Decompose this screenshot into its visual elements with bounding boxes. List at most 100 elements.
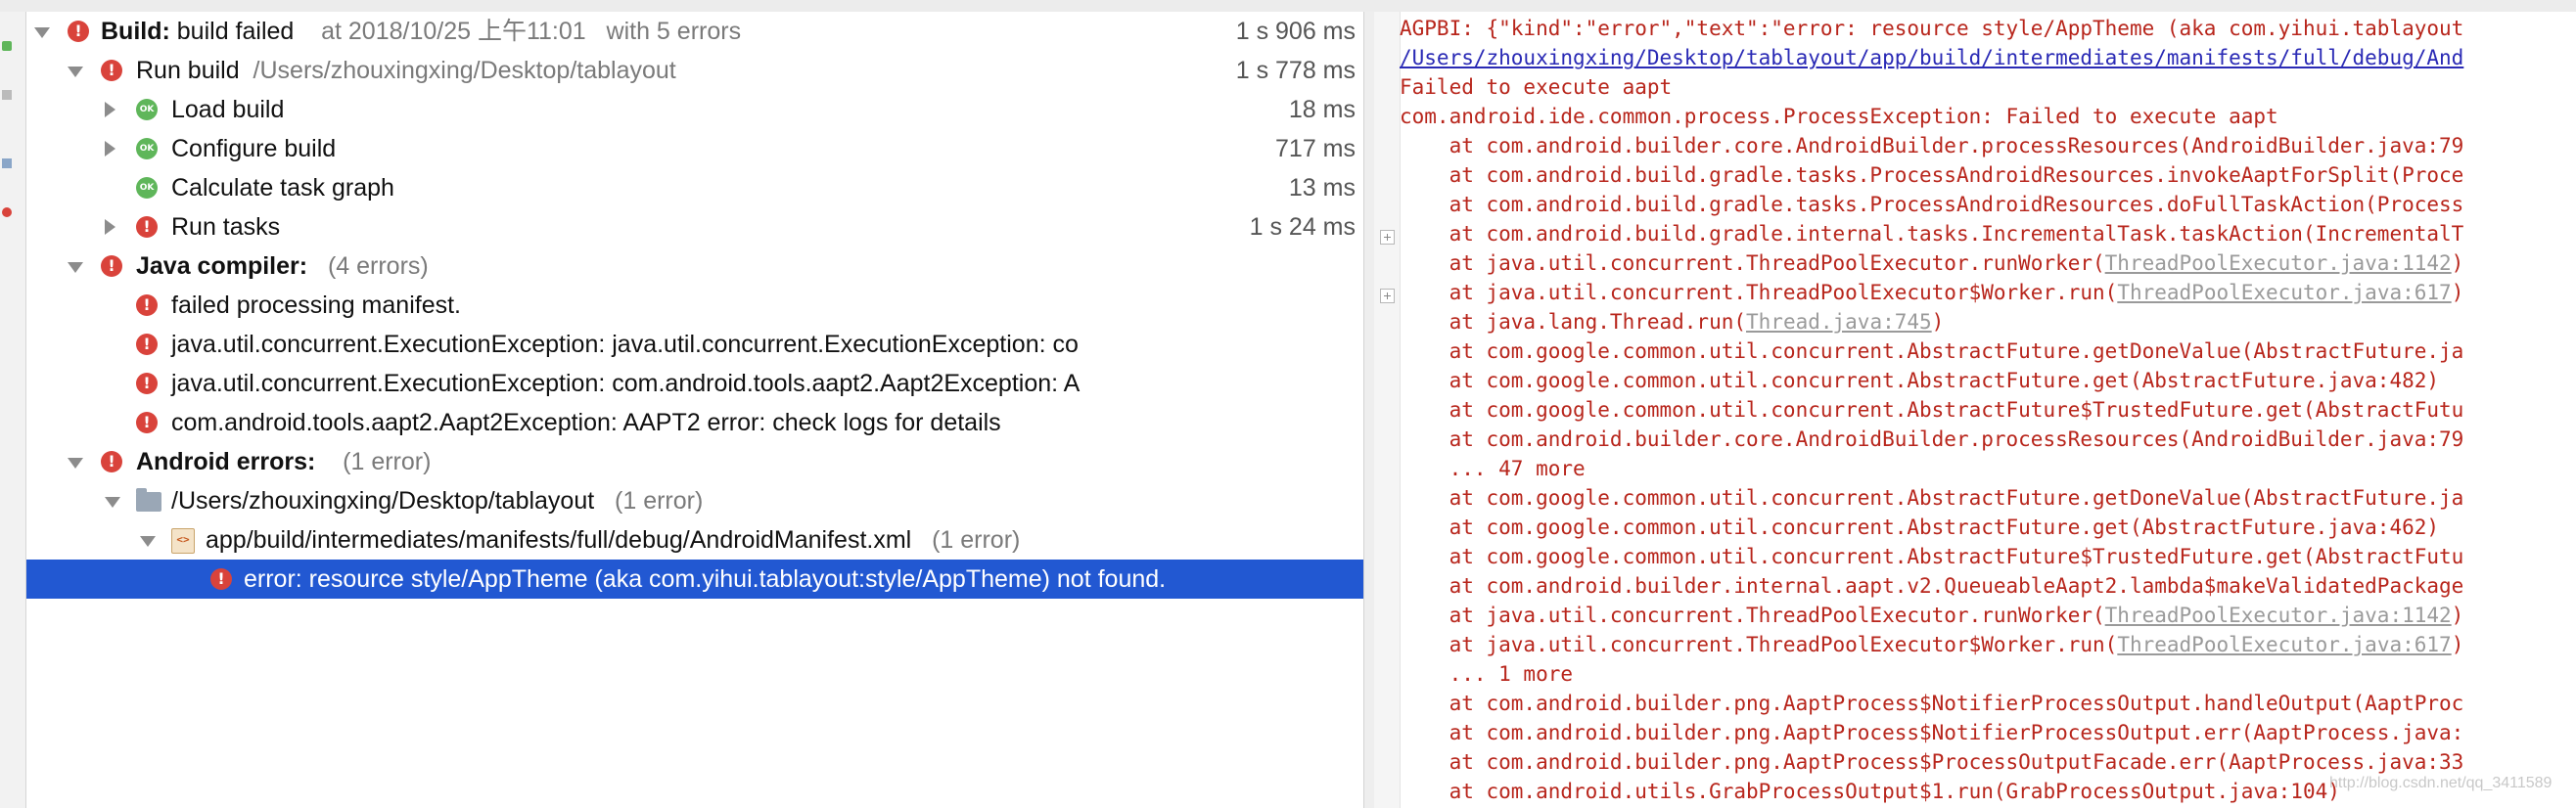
java-compiler-title: Java compiler: — [136, 252, 308, 280]
console-line: at java.util.concurrent.ThreadPoolExecut… — [1400, 601, 2464, 630]
tree-row-project-folder[interactable]: /Users/zhouxingxing/Desktop/tablayout (1… — [26, 481, 1363, 520]
tree-row-java-compiler[interactable]: Java compiler: (4 errors) — [26, 247, 1363, 286]
java-error-text: java.util.concurrent.ExecutionException:… — [171, 370, 1081, 397]
tree-row-selected-error[interactable]: error: resource style/AppTheme (aka com.… — [26, 560, 1363, 599]
console-file-link[interactable]: /Users/zhouxingxing/Desktop/tablayout/ap… — [1400, 46, 2463, 69]
tree-row-java-error[interactable]: failed processing manifest. — [26, 286, 1363, 325]
left-tool-strip — [0, 12, 26, 808]
console-line: at com.android.builder.internal.aapt.v2.… — [1400, 574, 2464, 598]
collapse-arrow-icon[interactable] — [105, 219, 115, 235]
tree-row-calc-task-graph[interactable]: Calculate task graph 13 ms — [26, 168, 1363, 207]
tree-row-load-build[interactable]: Load build 18 ms — [26, 90, 1363, 129]
tree-row-manifest-file[interactable]: app/build/intermediates/manifests/full/d… — [26, 520, 1363, 560]
console-text: ) — [2451, 633, 2464, 656]
console-line: at com.android.builder.core.AndroidBuild… — [1400, 427, 2464, 451]
console-line: at java.util.concurrent.ThreadPoolExecut… — [1400, 248, 2464, 278]
console-line: at com.google.common.util.concurrent.Abs… — [1400, 545, 2464, 568]
java-error-text: com.android.tools.aapt2.Aapt2Exception: … — [171, 409, 1001, 436]
calc-graph-duration: 13 ms — [1288, 174, 1356, 202]
console-line: at com.google.common.util.concurrent.Abs… — [1400, 369, 2440, 392]
ok-icon — [136, 99, 158, 120]
rerun-icon[interactable] — [2, 41, 12, 51]
stop-icon[interactable] — [2, 90, 12, 100]
expand-arrow-icon[interactable] — [105, 497, 120, 508]
toggle-view-icon[interactable] — [2, 158, 12, 168]
project-error-count: (1 error) — [615, 487, 704, 515]
console-line: com.android.ide.common.process.ProcessEx… — [1400, 105, 2278, 128]
run-build-path: /Users/zhouxingxing/Desktop/tablayout — [253, 57, 676, 84]
console-text: at java.util.concurrent.ThreadPoolExecut… — [1400, 281, 2118, 304]
build-tree-panel: Build: build failed at 2018/10/25 上午11:0… — [26, 12, 1363, 808]
error-icon — [101, 451, 122, 472]
source-link[interactable]: Thread.java:745 — [1746, 310, 1932, 334]
console-line: at com.google.common.util.concurrent.Abs… — [1400, 339, 2464, 363]
build-error-count: with 5 errors — [606, 18, 742, 45]
java-compiler-count: (4 errors) — [327, 252, 429, 280]
console-line: at com.android.builder.png.AaptProcess$N… — [1400, 692, 2464, 715]
error-icon — [136, 373, 158, 394]
build-duration: 1 s 906 ms — [1235, 18, 1356, 45]
console-text: ) — [2451, 251, 2464, 275]
run-tasks-duration: 1 s 24 ms — [1249, 213, 1356, 241]
source-link[interactable]: ThreadPoolExecutor.java:617 — [2117, 281, 2451, 304]
tree-row-java-error[interactable]: com.android.tools.aapt2.Aapt2Exception: … — [26, 403, 1363, 442]
console-text: at java.util.concurrent.ThreadPoolExecut… — [1400, 604, 2105, 627]
console-line: at com.google.common.util.concurrent.Abs… — [1400, 486, 2464, 510]
build-time: at 2018/10/25 上午11:01 — [321, 18, 586, 45]
console-line: ... 1 more — [1400, 662, 1574, 686]
console-line: at com.android.utils.GrabProcessOutput$1… — [1400, 780, 2340, 803]
folder-icon — [136, 488, 161, 512]
error-icon — [136, 294, 158, 316]
tree-row-android-errors[interactable]: Android errors: (1 error) — [26, 442, 1363, 481]
expand-arrow-icon[interactable] — [68, 67, 83, 77]
console-line[interactable]: /Users/zhouxingxing/Desktop/tablayout/ap… — [1400, 43, 2463, 72]
console-text: at java.util.concurrent.ThreadPoolExecut… — [1400, 633, 2118, 656]
tree-row-run-build[interactable]: Run build /Users/zhouxingxing/Desktop/ta… — [26, 51, 1363, 90]
configure-build-label: Configure build — [171, 135, 337, 162]
expand-arrow-icon[interactable] — [34, 27, 50, 38]
console-gutter — [1374, 12, 1401, 808]
fold-expand-icon[interactable] — [1380, 230, 1395, 245]
build-status: build failed — [176, 18, 295, 45]
android-errors-title: Android errors: — [136, 448, 316, 475]
tree-row-build-root[interactable]: Build: build failed at 2018/10/25 上午11:0… — [26, 12, 1363, 51]
collapse-arrow-icon[interactable] — [105, 102, 115, 117]
manifest-error-count: (1 error) — [932, 526, 1021, 554]
error-icon — [68, 21, 89, 42]
console-line: at java.lang.Thread.run(Thread.java:745) — [1400, 307, 1945, 337]
configure-build-duration: 717 ms — [1275, 135, 1356, 162]
console-text: at java.lang.Thread.run( — [1400, 310, 1747, 334]
error-icon — [101, 60, 122, 81]
console-line: at java.util.concurrent.ThreadPoolExecut… — [1400, 630, 2464, 659]
tree-row-java-error[interactable]: java.util.concurrent.ExecutionException:… — [26, 325, 1363, 364]
load-build-duration: 18 ms — [1288, 96, 1356, 123]
error-icon — [101, 255, 122, 277]
error-icon — [136, 216, 158, 238]
fold-expand-icon[interactable] — [1380, 289, 1395, 303]
expand-arrow-icon[interactable] — [140, 536, 156, 547]
project-path: /Users/zhouxingxing/Desktop/tablayout — [171, 487, 595, 515]
android-errors-count: (1 error) — [343, 448, 432, 475]
tree-row-java-error[interactable]: java.util.concurrent.ExecutionException:… — [26, 364, 1363, 403]
run-build-label: Run build — [136, 57, 240, 84]
ok-icon — [136, 177, 158, 199]
console-line: Failed to execute aapt — [1400, 75, 1673, 99]
source-link[interactable]: ThreadPoolExecutor.java:617 — [2117, 633, 2451, 656]
expand-arrow-icon[interactable] — [68, 458, 83, 469]
console-line: at com.android.builder.core.AndroidBuild… — [1400, 134, 2464, 157]
filter-icon[interactable] — [2, 207, 12, 217]
console-text: ) — [1931, 310, 1945, 334]
collapse-arrow-icon[interactable] — [105, 141, 115, 157]
tree-row-configure-build[interactable]: Configure build 717 ms — [26, 129, 1363, 168]
source-link[interactable]: ThreadPoolExecutor.java:1142 — [2105, 251, 2452, 275]
error-icon — [210, 568, 232, 590]
run-tasks-label: Run tasks — [171, 213, 281, 241]
expand-arrow-icon[interactable] — [68, 262, 83, 273]
source-link[interactable]: ThreadPoolExecutor.java:1142 — [2105, 604, 2452, 627]
tree-row-run-tasks[interactable]: Run tasks 1 s 24 ms — [26, 207, 1363, 247]
console-line: ... 47 more — [1400, 457, 1586, 480]
console-line: at com.android.build.gradle.tasks.Proces… — [1400, 163, 2464, 187]
console-text: at java.util.concurrent.ThreadPoolExecut… — [1400, 251, 2105, 275]
console-line: at com.google.common.util.concurrent.Abs… — [1400, 398, 2464, 422]
build-title: Build: — [101, 18, 170, 45]
